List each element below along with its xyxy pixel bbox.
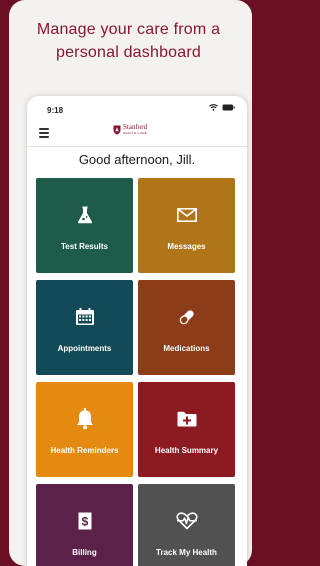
menu-icon[interactable] xyxy=(39,128,49,138)
tile-messages[interactable]: Messages xyxy=(138,178,235,273)
headline: Manage your care from a personal dashboa… xyxy=(0,18,257,64)
shield-logo-icon xyxy=(113,125,121,135)
svg-text:$: $ xyxy=(81,514,88,528)
tile-health-reminders[interactable]: Health Reminders xyxy=(36,382,133,477)
tile-medications[interactable]: Medications xyxy=(138,280,235,375)
medical-folder-icon xyxy=(177,411,196,427)
tile-appointments[interactable]: Appointments xyxy=(36,280,133,375)
logo-subtitle: HEALTH CARE xyxy=(123,131,148,135)
tile-label: Medications xyxy=(163,344,210,353)
headline-line-1: Manage your care from a xyxy=(36,21,221,38)
tile-label: Billing xyxy=(72,548,97,557)
status-bar: 9:18 xyxy=(27,96,247,120)
greeting: Good afternoon, Jill. xyxy=(78,152,196,167)
stanford-logo: Stanford HEALTH CARE xyxy=(113,124,147,135)
tile-label: Messages xyxy=(167,242,206,251)
heart-pulse-icon xyxy=(175,512,198,530)
battery-icon xyxy=(222,104,235,111)
status-time: 9:18 xyxy=(47,106,64,115)
wifi-icon xyxy=(209,104,218,111)
tile-label: Health Reminders xyxy=(50,446,119,455)
tile-track-my-health[interactable]: Track My Health xyxy=(138,484,235,566)
logo-brand: Stanford xyxy=(123,123,148,131)
flask-icon xyxy=(77,206,92,224)
tile-label: Health Summary xyxy=(154,446,219,455)
status-icons xyxy=(209,104,235,111)
dollar-doc-icon: $ xyxy=(78,512,91,530)
tile-label: Appointments xyxy=(57,344,112,353)
calendar-icon xyxy=(75,308,94,325)
phone-screen: 9:18 Stanford HEALTH CARE Good afternoon… xyxy=(27,96,247,566)
tile-label: Test Results xyxy=(61,242,108,251)
app-nav-bar: Stanford HEALTH CARE xyxy=(27,120,247,147)
bell-icon xyxy=(76,408,93,430)
tile-health-summary[interactable]: Health Summary xyxy=(138,382,235,477)
headline-line-2: personal dashboard xyxy=(55,44,202,61)
tile-label: Track My Health xyxy=(156,548,217,557)
envelope-icon xyxy=(176,208,197,222)
tile-test-results[interactable]: Test Results xyxy=(36,178,133,273)
pill-icon xyxy=(179,310,194,325)
tile-billing[interactable]: $ Billing xyxy=(36,484,133,566)
